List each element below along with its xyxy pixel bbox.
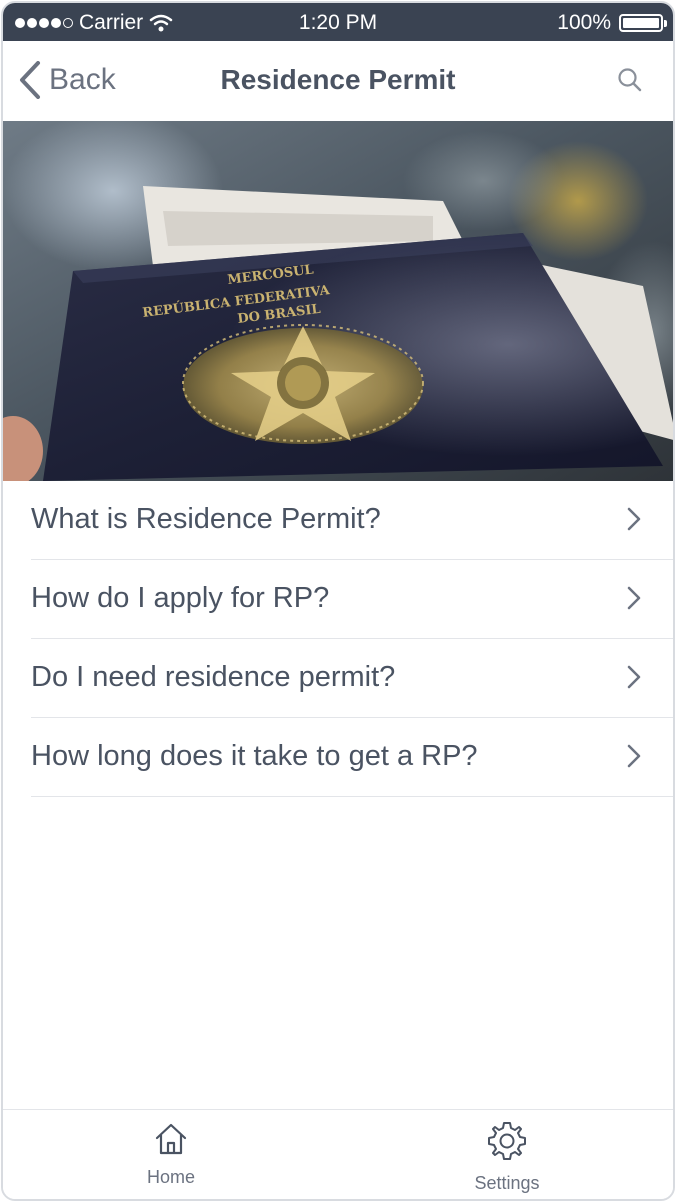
passport-illustration: MERCOSUL REPÚBLICA FEDERATIVA DO BRASIL xyxy=(3,121,673,481)
tab-home[interactable]: Home xyxy=(91,1122,251,1188)
page-title: Residence Permit xyxy=(220,64,456,95)
hero-passport-image: MERCOSUL REPÚBLICA FEDERATIVA DO BRASIL xyxy=(3,121,673,481)
chevron-right-icon xyxy=(627,586,641,610)
chevron-right-icon xyxy=(627,507,641,531)
status-bar: Carrier 1:20 PM 100% xyxy=(3,3,673,41)
home-icon xyxy=(155,1123,187,1155)
tab-settings[interactable]: Settings xyxy=(427,1120,587,1194)
status-right: 100% xyxy=(557,11,667,35)
faq-item-how-long[interactable]: How long does it take to get a RP? xyxy=(3,718,673,797)
divider xyxy=(31,795,673,797)
faq-list: What is Residence Permit? How do I apply… xyxy=(3,481,673,797)
navigation-bar: Back Residence Permit xyxy=(3,41,673,121)
faq-item-label: How long does it take to get a RP? xyxy=(31,740,478,772)
faq-item-label: Do I need residence permit? xyxy=(31,661,396,693)
chevron-right-icon xyxy=(627,665,641,689)
chevron-right-icon xyxy=(627,744,641,768)
search-icon xyxy=(618,68,642,92)
tab-settings-label: Settings xyxy=(474,1173,540,1193)
gear-icon xyxy=(488,1122,526,1160)
faq-item-what-is-rp[interactable]: What is Residence Permit? xyxy=(3,481,673,560)
faq-item-label: What is Residence Permit? xyxy=(31,503,381,535)
phone-frame: Carrier 1:20 PM 100% Back Residence Perm… xyxy=(1,1,675,1201)
search-button[interactable] xyxy=(617,67,643,98)
battery-icon xyxy=(619,14,667,32)
battery-percent: 100% xyxy=(557,11,611,34)
faq-item-how-to-apply[interactable]: How do I apply for RP? xyxy=(3,560,673,639)
tab-bar: Home Settings xyxy=(3,1109,673,1199)
faq-item-do-i-need[interactable]: Do I need residence permit? xyxy=(3,639,673,718)
faq-item-label: How do I apply for RP? xyxy=(31,582,330,614)
tab-home-label: Home xyxy=(146,1167,195,1187)
